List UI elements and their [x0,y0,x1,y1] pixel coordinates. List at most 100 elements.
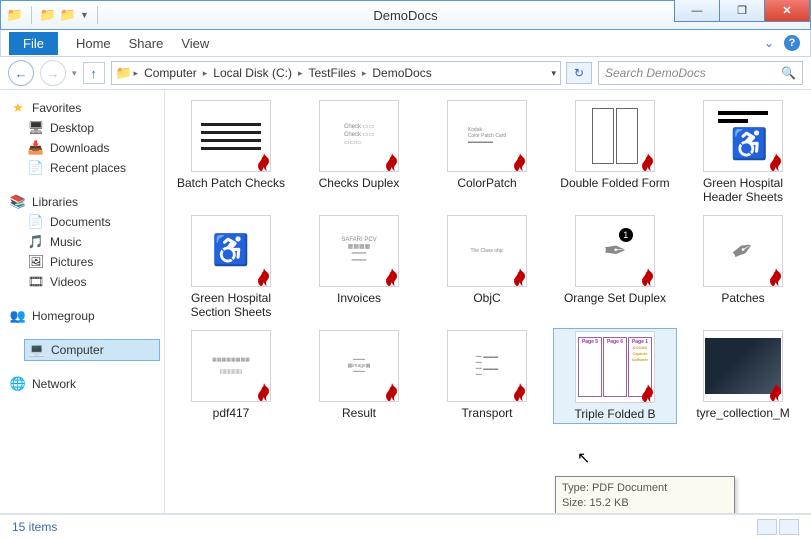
sidebar-computer[interactable]: 💻Computer [24,339,160,361]
sidebar-item-downloads[interactable]: 📥Downloads [0,138,164,158]
view-toggle [757,519,799,535]
details-view-button[interactable] [757,519,777,535]
ribbon: File Home Share View ⌄ ? [0,30,811,57]
breadcrumb-segment[interactable]: DemoDocs [368,66,435,80]
videos-icon: 🎞 [28,274,44,290]
file-item[interactable]: ━━━━▦image▦━━━━ Result [297,328,421,424]
file-item[interactable]: SAFARI PCV▦▦▦▦━━━━━━━━ Invoices [297,213,421,322]
pdf-badge-icon [636,266,655,287]
file-item[interactable]: ✒1 Orange Set Duplex [553,213,677,322]
close-button[interactable]: ✕ [764,0,810,22]
desktop-icon: 🖥 [28,120,44,136]
breadcrumb-segment[interactable]: TestFiles [305,66,360,80]
file-name: pdf417 [213,406,250,420]
tab-home[interactable]: Home [76,36,111,51]
documents-icon: 📄 [28,214,44,230]
chevron-right-icon[interactable]: ▸ [134,68,139,79]
tab-view[interactable]: View [181,36,209,51]
folder-icon[interactable]: 📁 [7,7,23,23]
music-icon: 🎵 [28,234,44,250]
file-name: Invoices [337,291,381,305]
file-item[interactable]: Batch Patch Checks [169,98,293,207]
file-thumbnail: The Class objc [447,215,527,287]
sidebar-libraries[interactable]: 📚Libraries [0,192,164,212]
file-item[interactable]: tyre_collection_M [681,328,805,424]
folder-properties-icon[interactable]: 📁 [40,7,56,23]
address-bar[interactable]: 📁 ▸ Computer ▸ Local Disk (C:) ▸ TestFil… [111,61,561,85]
qat: 📁 📁 📁 ▼ [1,6,102,24]
file-item[interactable]: ▦▦▦▦▦▦▦▦||||||||||||||||| pdf417 [169,328,293,424]
network-icon: 🌐 [10,376,26,392]
pictures-icon: 🖼 [28,254,44,270]
tooltip-modified: Date modified: 3/11/1999 6:47 AM [562,512,728,513]
file-thumbnail [575,100,655,172]
file-name: Double Folded Form [560,176,669,190]
file-name: Green Hospital Section Sheets [173,291,289,320]
nav-pane: ★Favorites 🖥Desktop 📥Downloads 📄Recent p… [0,90,165,513]
tab-share[interactable]: Share [129,36,164,51]
sidebar-network[interactable]: 🌐Network [0,374,164,394]
star-icon: ★ [10,100,26,116]
forward-button[interactable]: → [40,60,66,86]
file-item[interactable]: ♿ Green Hospital Section Sheets [169,213,293,322]
library-icon: 📚 [10,194,26,210]
file-thumbnail: ━━ ▬▬▬━━━━ ▬▬▬━━ [447,330,527,402]
help-button[interactable]: ? [784,35,800,51]
pdf-badge-icon [636,382,655,403]
file-tooltip: Type: PDF Document Size: 15.2 KB Date mo… [555,476,735,513]
file-item[interactable]: ♿ Green Hospital Header Sheets [681,98,805,207]
search-icon[interactable]: 🔍 [781,66,796,80]
sidebar-item-videos[interactable]: 🎞Videos [0,272,164,292]
sidebar-item-music[interactable]: 🎵Music [0,232,164,252]
sidebar-item-pictures[interactable]: 🖼Pictures [0,252,164,272]
nav-row: ← → ▾ ↑ 📁 ▸ Computer ▸ Local Disk (C:) ▸… [0,57,811,90]
file-name: Checks Duplex [319,176,400,190]
address-history-dropdown[interactable]: ▾ [551,68,556,79]
file-item[interactable]: Check ▭▭Check ▭▭▭▭▭ Checks Duplex [297,98,421,207]
minimize-button[interactable]: — [674,0,720,22]
file-item[interactable]: Page 5Page 6Page 1KODAK Capture Software… [553,328,677,424]
sidebar-item-documents[interactable]: 📄Documents [0,212,164,232]
refresh-button[interactable]: ↻ [566,62,592,84]
breadcrumb-segment[interactable]: Local Disk (C:) [209,66,296,80]
titlebar: 📁 📁 📁 ▼ DemoDocs — ❐ ✕ [0,0,811,30]
sidebar-favorites[interactable]: ★Favorites [0,98,164,118]
qat-dropdown-icon[interactable]: ▼ [80,10,89,20]
file-item[interactable]: ━━ ▬▬▬━━━━ ▬▬▬━━ Transport [425,328,549,424]
pdf-badge-icon [508,151,527,172]
file-item[interactable]: Double Folded Form [553,98,677,207]
ribbon-chevron-icon[interactable]: ⌄ [764,36,774,50]
file-thumbnail: Check ▭▭Check ▭▭▭▭▭ [319,100,399,172]
pdf-badge-icon [764,266,783,287]
file-name: tyre_collection_M [696,406,789,420]
file-item[interactable]: ✒ Patches [681,213,805,322]
file-item[interactable]: The Class objc ObjC [425,213,549,322]
chevron-right-icon[interactable]: ▸ [298,68,303,79]
back-button[interactable]: ← [8,60,34,86]
sidebar-homegroup[interactable]: 👥Homegroup [0,306,164,326]
chevron-right-icon[interactable]: ▸ [203,68,208,79]
main: ★Favorites 🖥Desktop 📥Downloads 📄Recent p… [0,90,811,514]
up-button[interactable]: ↑ [83,62,105,84]
breadcrumb-segment[interactable]: Computer [140,66,201,80]
computer-icon: 💻 [29,342,45,358]
file-name: Patches [721,291,764,305]
pdf-badge-icon [636,151,655,172]
pdf-badge-icon [764,381,783,402]
chevron-right-icon[interactable]: ▸ [362,68,367,79]
file-item[interactable]: KodakColor Patch Card▬▬▬▬▬ ColorPatch [425,98,549,207]
thumbnails-view-button[interactable] [779,519,799,535]
maximize-button[interactable]: ❐ [719,0,765,22]
recent-locations-dropdown[interactable]: ▾ [72,68,77,79]
file-thumbnail: ♿ [191,215,271,287]
file-thumbnail: Page 5Page 6Page 1KODAK Capture Software [575,331,655,403]
pdf-badge-icon [380,151,399,172]
search-input[interactable]: Search DemoDocs 🔍 [598,61,803,85]
sidebar-item-recent[interactable]: 📄Recent places [0,158,164,178]
qat-new-folder-icon[interactable]: 📁 [60,7,76,23]
item-count: 15 items [12,520,57,534]
sidebar-item-desktop[interactable]: 🖥Desktop [0,118,164,138]
file-grid[interactable]: Batch Patch Checks Check ▭▭Check ▭▭▭▭▭ C… [165,90,811,513]
pdf-badge-icon [252,266,271,287]
file-tab[interactable]: File [9,32,58,55]
